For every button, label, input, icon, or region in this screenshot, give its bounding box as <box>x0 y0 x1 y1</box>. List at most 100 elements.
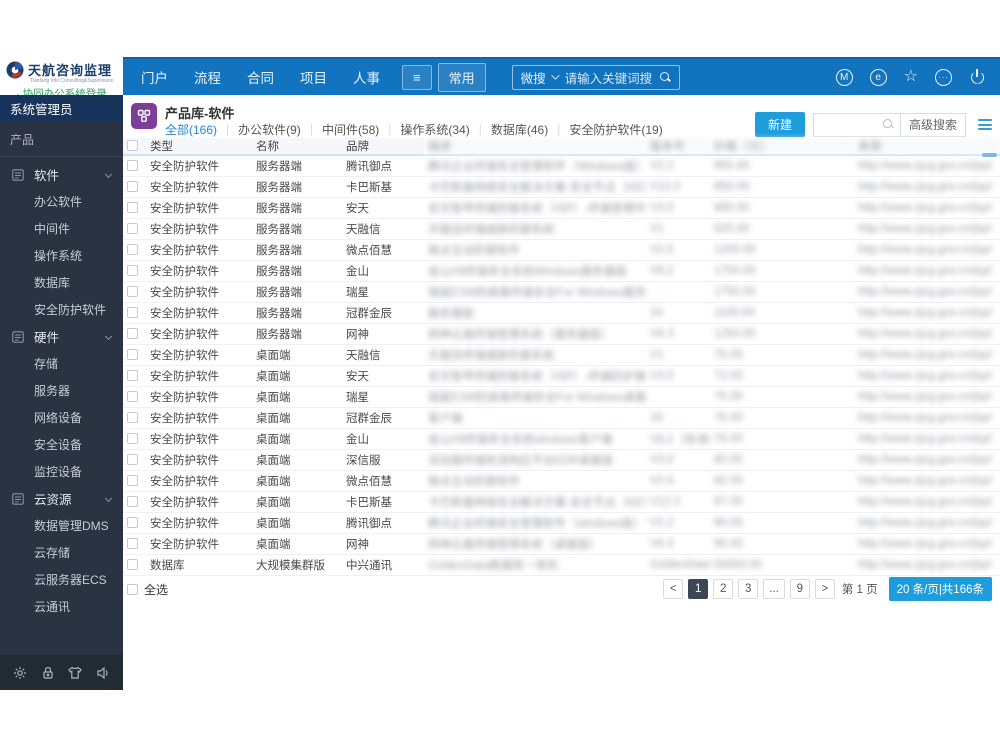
sidebar-item-服务器[interactable]: 服务器 <box>0 377 123 404</box>
search-scope-label[interactable]: 微搜 <box>521 68 546 87</box>
sidebar-item-办公软件[interactable]: 办公软件 <box>0 188 123 215</box>
cell-name: 桌面端 <box>252 512 342 534</box>
row-checkbox[interactable] <box>127 390 138 402</box>
sidebar-group-label: 云资源 <box>34 493 72 507</box>
lock-icon[interactable] <box>40 665 56 681</box>
cell-desc: 金山V8终端安全系统Windows服务器版 <box>424 260 646 282</box>
table-row: 数据库 大规模集群版 中兴通讯 GoldenData数据库一体机 GoldenData … <box>123 554 1000 576</box>
sidebar-group-硬件[interactable]: 硬件 <box>0 323 123 350</box>
row-checkbox[interactable] <box>127 558 138 570</box>
sidebar-item-安全防护软件[interactable]: 安全防护软件 <box>0 296 123 323</box>
next-page-button[interactable]: > <box>814 579 835 599</box>
sidebar-item-操作系统[interactable]: 操作系统 <box>0 242 123 269</box>
row-checkbox[interactable] <box>127 160 138 172</box>
row-checkbox[interactable] <box>127 453 138 465</box>
cell-price: 855.00 <box>710 155 854 177</box>
more-icon[interactable]: ··· <box>935 68 952 86</box>
row-checkbox[interactable] <box>127 411 138 423</box>
message-icon[interactable]: e <box>869 68 887 86</box>
new-button[interactable]: 新建 <box>754 112 805 137</box>
row-checkbox[interactable] <box>127 264 138 276</box>
sidebar-item-监控设备[interactable]: 监控设备 <box>0 458 123 485</box>
advanced-search-button[interactable]: 高级搜索 <box>900 112 966 137</box>
chevron-down-icon[interactable] <box>550 71 560 80</box>
sidebar-item-数据库[interactable]: 数据库 <box>0 269 123 296</box>
nav-item-门户[interactable]: 门户 <box>141 67 168 87</box>
tab-全部(166)[interactable]: 全部(166) <box>165 121 217 138</box>
page-button-2[interactable]: 2 <box>713 579 734 599</box>
tab-操作系统(34)[interactable]: 操作系统(34) <box>400 121 469 138</box>
row-checkbox[interactable] <box>127 243 138 255</box>
row-checkbox[interactable] <box>127 495 138 507</box>
nav-common-button[interactable]: 常用 <box>437 62 486 92</box>
power-icon[interactable] <box>969 68 986 86</box>
row-checkbox-cell <box>123 218 146 240</box>
search-input[interactable]: 请输入关键词搜 <box>565 68 653 87</box>
page-size-button[interactable]: 20 条/页|共166条 <box>888 577 992 601</box>
select-all-checkbox[interactable] <box>127 584 138 595</box>
nav-menu-button[interactable]: ≡ <box>402 64 432 90</box>
prev-page-button[interactable]: < <box>663 579 684 599</box>
cell-desc: 网神云盾终端管理系统（桌面版） <box>424 533 646 555</box>
sidebar-item-云服务器ECS[interactable]: 云服务器ECS <box>0 566 123 593</box>
tab-中间件(58)[interactable]: 中间件(58) <box>322 121 379 138</box>
table-body: 安全防护软件 服务器端 腾讯御点 腾讯企业终端安全管理软件（Windows版） V2.2… <box>123 155 1000 576</box>
row-checkbox[interactable] <box>127 180 138 192</box>
header-checkbox[interactable] <box>127 140 138 152</box>
row-checkbox[interactable] <box>127 285 138 297</box>
page-button-3[interactable]: 3 <box>738 579 759 599</box>
cell-source: http://www.zjcg.gov.cn/jsp/ <box>854 554 1000 576</box>
table-row: 安全防护软件 桌面端 天融信 天融信终端威胁防御系统 V1 75.00 http://www… <box>123 344 1000 366</box>
row-checkbox[interactable] <box>127 222 138 234</box>
list-view-icon[interactable] <box>978 119 992 130</box>
cell-version: V1 <box>646 344 710 366</box>
tab-数据库(46)[interactable]: 数据库(46) <box>491 121 548 138</box>
logo-block: 天航咨询监理 Tianfang Info Consulting&Supervis… <box>0 57 123 100</box>
theme-icon[interactable] <box>67 665 83 681</box>
sidebar-item-中间件[interactable]: 中间件 <box>0 215 123 242</box>
row-checkbox-cell <box>123 155 146 177</box>
cell-name: 桌面端 <box>252 533 342 555</box>
row-checkbox-cell <box>123 533 146 555</box>
sound-icon[interactable] <box>95 665 111 681</box>
search-icon[interactable] <box>660 71 671 83</box>
row-checkbox[interactable] <box>127 516 138 528</box>
row-checkbox[interactable] <box>127 432 138 444</box>
row-checkbox[interactable] <box>127 306 138 318</box>
sidebar-group-软件[interactable]: 软件 <box>0 161 123 188</box>
cell-brand: 冠群金辰 <box>342 302 424 324</box>
sidebar-item-云存储[interactable]: 云存储 <box>0 539 123 566</box>
sidebar-item-网络设备[interactable]: 网络设备 <box>0 404 123 431</box>
sidebar-item-存储[interactable]: 存储 <box>0 350 123 377</box>
m-badge-icon[interactable]: M <box>835 68 853 86</box>
row-checkbox[interactable] <box>127 369 138 381</box>
row-checkbox[interactable] <box>127 201 138 213</box>
sidebar-group-云资源[interactable]: 云资源 <box>0 485 123 512</box>
nav-item-人事[interactable]: 人事 <box>353 67 380 87</box>
sidebar-item-数据管理DMS[interactable]: 数据管理DMS <box>0 512 123 539</box>
row-checkbox-cell <box>123 386 146 408</box>
page-button-1[interactable]: 1 <box>688 579 709 599</box>
tab-办公软件(9)[interactable]: 办公软件(9) <box>238 121 301 138</box>
table-search-input[interactable] <box>812 112 901 137</box>
nav-item-项目[interactable]: 项目 <box>300 67 327 87</box>
sidebar: 系统管理员 产品 软件 办公软件 中间件 操作系统 数据库 安全防护软件 硬件 存储 服务器 网络… <box>0 95 123 690</box>
global-search[interactable]: 微搜 请输入关键词搜 <box>511 64 681 90</box>
settings-icon[interactable] <box>12 665 28 681</box>
row-checkbox[interactable] <box>127 327 138 339</box>
nav-item-合同[interactable]: 合同 <box>247 67 274 87</box>
cell-type: 安全防护软件 <box>146 260 252 282</box>
cell-type: 安全防护软件 <box>146 533 252 555</box>
row-checkbox[interactable] <box>127 537 138 549</box>
tab-安全防护软件(19)[interactable]: 安全防护软件(19) <box>569 121 662 138</box>
cell-price: 880.00 <box>710 197 854 219</box>
row-checkbox[interactable] <box>127 348 138 360</box>
sidebar-item-安全设备[interactable]: 安全设备 <box>0 431 123 458</box>
page-button-9[interactable]: 9 <box>789 579 810 599</box>
sidebar-item-云通讯[interactable]: 云通讯 <box>0 593 123 620</box>
star-icon[interactable]: ☆ <box>904 69 918 85</box>
scrollbar-thumb[interactable] <box>982 153 997 157</box>
nav-item-流程[interactable]: 流程 <box>194 67 221 87</box>
pagination: <1 2 3... 9 > 第 1 页 20 条/页|共166条 <box>663 577 992 601</box>
row-checkbox[interactable] <box>127 474 138 486</box>
